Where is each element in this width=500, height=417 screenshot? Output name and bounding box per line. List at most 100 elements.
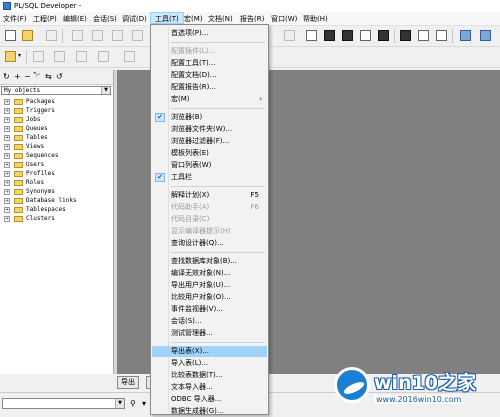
tools-menu-item[interactable]: 比较用户对象(O)... bbox=[152, 292, 267, 303]
tools-menu-item[interactable]: 比较表数据(T)... bbox=[152, 370, 267, 381]
commit-icon[interactable] bbox=[33, 51, 44, 62]
tools-menu-item[interactable]: 数据生成器(G)... bbox=[152, 406, 267, 417]
menu-macro[interactable]: 宏(M) bbox=[184, 14, 203, 24]
menu-window[interactable]: 窗口(W) bbox=[271, 14, 297, 24]
step-icon[interactable] bbox=[360, 30, 371, 41]
save-icon[interactable] bbox=[46, 30, 57, 41]
menu-documents[interactable]: 文档(N) bbox=[208, 14, 233, 24]
binoculars-icon[interactable]: 🔭 bbox=[33, 72, 40, 79]
key-icon[interactable] bbox=[5, 51, 16, 62]
menu-edit[interactable]: 编辑(E) bbox=[63, 14, 87, 24]
tools-menu-item[interactable]: 窗口列表(W) bbox=[152, 160, 267, 171]
expand-icon[interactable]: + bbox=[4, 135, 10, 141]
rollback-icon[interactable] bbox=[54, 51, 65, 62]
expand-icon[interactable]: + bbox=[4, 153, 10, 159]
document-icon[interactable] bbox=[306, 30, 317, 41]
tree-node-clusters[interactable]: + Clusters bbox=[2, 215, 112, 224]
expand-icon[interactable]: + bbox=[4, 117, 10, 123]
binoculars-icon[interactable]: ⚲ bbox=[130, 399, 136, 408]
menu-file[interactable]: 文件(F) bbox=[3, 14, 27, 24]
breakpoint-icon[interactable] bbox=[418, 30, 429, 41]
menu-help[interactable]: 帮助(H) bbox=[303, 14, 328, 24]
print-icon[interactable] bbox=[72, 30, 83, 41]
tree-node-users[interactable]: + Users bbox=[2, 161, 112, 170]
tools-menu-item[interactable]: ODBC 导入器... bbox=[152, 394, 267, 405]
find-input[interactable]: ▼ bbox=[2, 398, 125, 409]
tree-node-tablespaces[interactable]: + Tablespaces bbox=[2, 206, 112, 215]
compile-icon[interactable] bbox=[324, 30, 335, 41]
tree-node-views[interactable]: + Views bbox=[2, 143, 112, 152]
debug-icon[interactable] bbox=[400, 30, 411, 41]
expand-icon[interactable]: + bbox=[4, 189, 10, 195]
tools-menu-item[interactable]: 导入表(L)... bbox=[152, 358, 267, 369]
tile-icon[interactable] bbox=[480, 30, 491, 41]
menu-session[interactable]: 会话(S) bbox=[93, 14, 117, 24]
tools-menu-item[interactable]: 配置报告(R)... bbox=[152, 82, 267, 93]
find-icon[interactable] bbox=[132, 30, 143, 41]
refresh-icon[interactable]: ↻ bbox=[3, 72, 10, 81]
tools-menu-item[interactable]: 编译无效对象(N)... bbox=[152, 268, 267, 279]
expand-icon[interactable]: + bbox=[4, 126, 10, 132]
tools-menu-item[interactable]: 会话(S)... bbox=[152, 316, 267, 327]
execute-icon[interactable] bbox=[342, 30, 353, 41]
tools-menu-item[interactable]: 导出用户对象(U)... bbox=[152, 280, 267, 291]
expand-icon[interactable]: + bbox=[4, 198, 10, 204]
menu-project[interactable]: 工程(P) bbox=[33, 14, 57, 24]
watch-icon[interactable] bbox=[436, 30, 447, 41]
tree-node-packages[interactable]: + Packages bbox=[2, 98, 112, 107]
filter-icon[interactable]: ⇆ bbox=[45, 72, 52, 81]
tree-node-tables[interactable]: + Tables bbox=[2, 134, 112, 143]
chevron-down-icon[interactable]: ▼ bbox=[101, 87, 110, 94]
tools-menu-item[interactable]: 导出表(X)... bbox=[152, 346, 267, 357]
tools-menu-item[interactable]: 浏览器文件夹(W)... bbox=[152, 124, 267, 135]
expand-icon[interactable]: + bbox=[4, 207, 10, 213]
tools-menu-item[interactable]: 配置工具(T)... bbox=[152, 58, 267, 69]
tools-menu-item[interactable]: 配置文档(D)... bbox=[152, 70, 267, 81]
tree-node-jobs[interactable]: + Jobs bbox=[2, 116, 112, 125]
redo-icon[interactable] bbox=[112, 30, 123, 41]
remove-icon[interactable]: − bbox=[24, 72, 31, 81]
expand-icon[interactable]: + bbox=[4, 216, 10, 222]
menu-debug[interactable]: 调试(D) bbox=[122, 14, 147, 24]
chevron-down-icon[interactable]: ▾ bbox=[18, 52, 21, 59]
undo-icon[interactable] bbox=[92, 30, 103, 41]
menu-reports[interactable]: 报告(R) bbox=[240, 14, 264, 24]
tools-menu-item[interactable]: 解释计划(X) F5 bbox=[152, 190, 267, 201]
tools-menu-item[interactable]: 文本导入器... bbox=[152, 382, 267, 393]
database-disconnect-icon[interactable] bbox=[98, 51, 109, 62]
tools-menu-item[interactable]: ✔ 工具栏 bbox=[152, 172, 267, 183]
expand-icon[interactable]: + bbox=[4, 99, 10, 105]
tree-node-sequences[interactable]: + Sequences bbox=[2, 152, 112, 161]
tree-node-triggers[interactable]: + Triggers bbox=[2, 107, 112, 116]
expand-icon[interactable]: + bbox=[4, 144, 10, 150]
add-icon[interactable]: + bbox=[14, 72, 21, 81]
tree-node-database-links[interactable]: + Database links bbox=[2, 197, 112, 206]
find-next-icon[interactable]: ▾ bbox=[142, 399, 146, 408]
expand-icon[interactable]: + bbox=[4, 162, 10, 168]
forward-icon[interactable] bbox=[284, 30, 295, 41]
window-tab-export[interactable]: 导出 bbox=[117, 376, 139, 389]
tree-node-profiles[interactable]: + Profiles bbox=[2, 170, 112, 179]
menu-tools[interactable]: 工具(T) bbox=[150, 12, 184, 24]
new-icon[interactable] bbox=[5, 30, 16, 41]
tools-menu-item[interactable]: 查找数据库对象(B)... bbox=[152, 256, 267, 267]
tree-node-synonyms[interactable]: + Synonyms bbox=[2, 188, 112, 197]
chevron-down-icon[interactable]: ▼ bbox=[115, 399, 124, 408]
object-filter-select[interactable]: My objects ▼ bbox=[1, 86, 111, 95]
expand-icon[interactable]: + bbox=[4, 171, 10, 177]
expand-icon[interactable]: + bbox=[4, 180, 10, 186]
tree-node-roles[interactable]: + Roles bbox=[2, 179, 112, 188]
tools-menu-item[interactable]: 事件监视器(V)... bbox=[152, 304, 267, 315]
reload-icon[interactable]: ↺ bbox=[56, 72, 63, 81]
tools-menu-item[interactable]: 首选项(P)... bbox=[152, 28, 267, 39]
database-icon[interactable] bbox=[76, 51, 87, 62]
tools-menu-item[interactable]: 查询设计器(Q)... bbox=[152, 238, 267, 249]
tools-menu-item[interactable]: 测试管理器... bbox=[152, 328, 267, 339]
tools-menu-item[interactable]: 浏览器过滤器(F)... bbox=[152, 136, 267, 147]
open-folder-icon[interactable] bbox=[22, 30, 33, 41]
tree-node-queues[interactable]: + Queues bbox=[2, 125, 112, 134]
tools-menu-item[interactable]: 模板列表(E) bbox=[152, 148, 267, 159]
expand-icon[interactable]: + bbox=[4, 108, 10, 114]
stop-icon[interactable] bbox=[378, 30, 389, 41]
session-icon[interactable] bbox=[124, 51, 135, 62]
